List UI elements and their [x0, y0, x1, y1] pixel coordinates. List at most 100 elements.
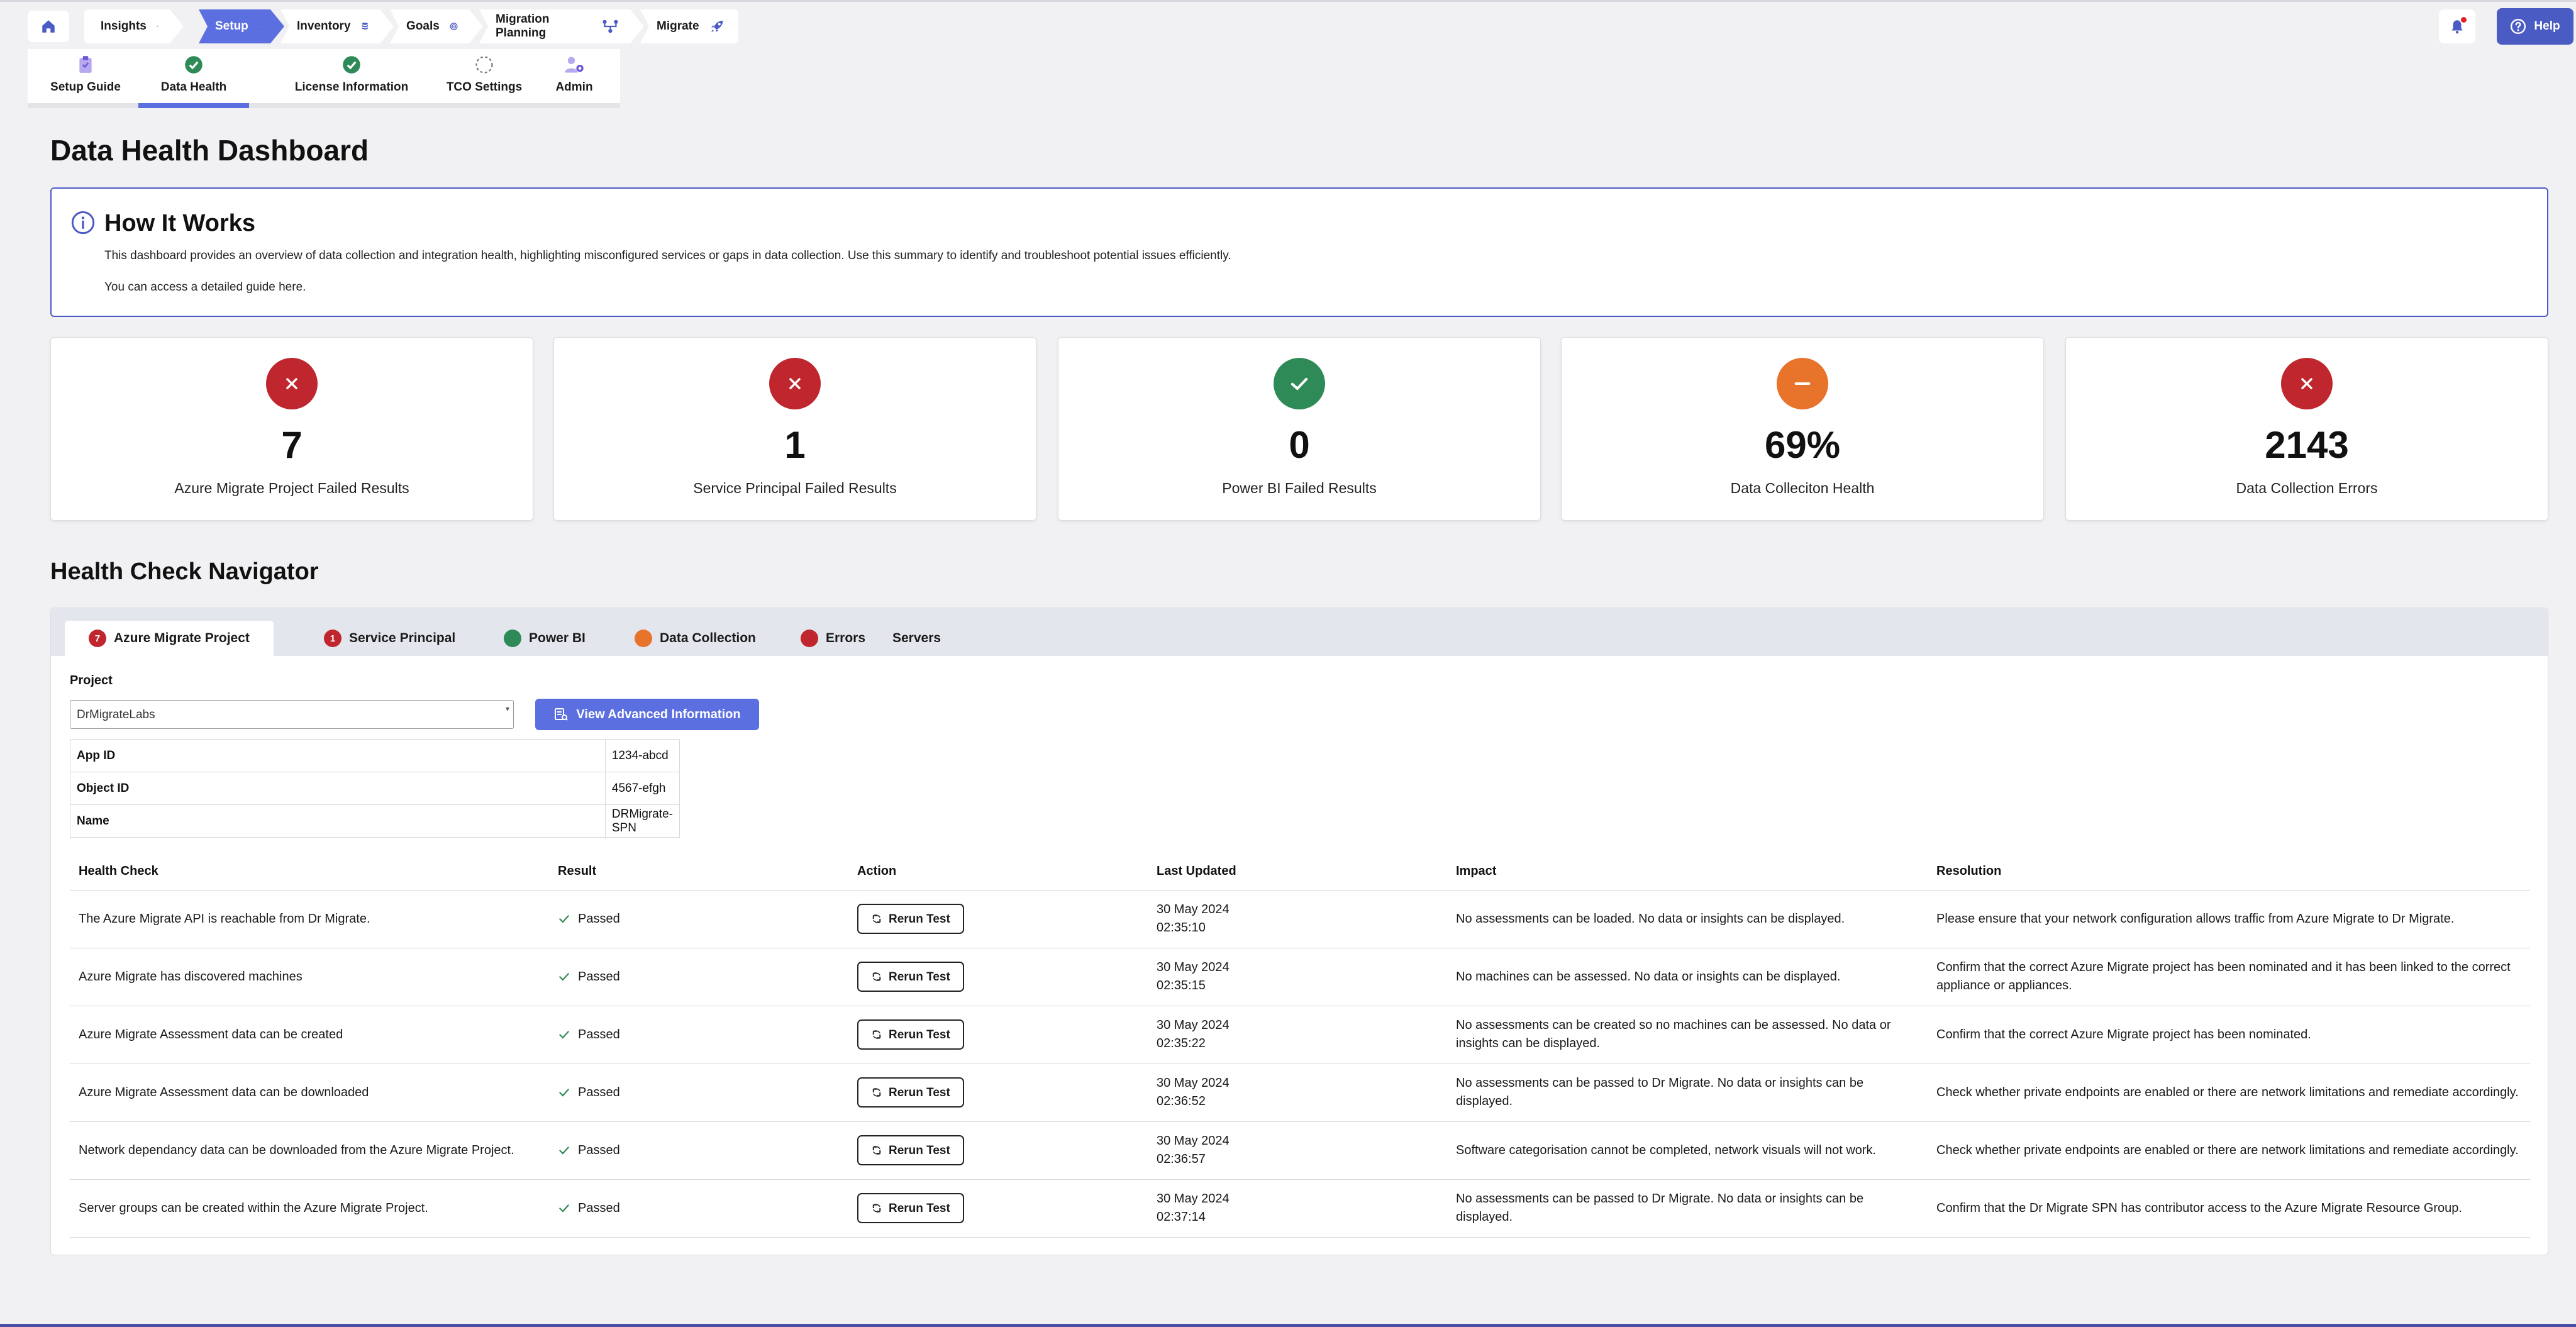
subtab-data-health[interactable]: Data Health — [138, 49, 249, 108]
rerun-test-button[interactable]: Rerun Test — [857, 904, 964, 934]
view-advanced-information-button[interactable]: View Advanced Information — [535, 699, 759, 730]
tab-power-bi[interactable]: Power BI — [480, 621, 609, 656]
clipboard-icon — [79, 56, 92, 73]
table-header-row: Health Check Result Action Last Updated … — [70, 853, 2530, 891]
stat-label: Data Colleciton Health — [1730, 480, 1875, 496]
refresh-icon — [872, 972, 881, 981]
subtab-setup-guide[interactable]: Setup Guide — [47, 49, 125, 103]
health-check-navigator-title: Health Check Navigator — [50, 558, 319, 585]
impact-cell: No assessments can be passed to Dr Migra… — [1447, 1063, 1928, 1122]
check-icon — [559, 1031, 569, 1039]
crumb-insights[interactable]: Insights — [84, 9, 184, 43]
crumb-setup[interactable]: Setup — [199, 9, 284, 43]
last-updated-time: 02:35:22 — [1157, 1036, 1206, 1050]
crumb-goals[interactable]: Goals — [390, 9, 483, 43]
how-it-works-description: This dashboard provides an overview of d… — [104, 249, 1231, 262]
column-header-action[interactable]: Action — [848, 853, 1148, 891]
info-value: 4567-efgh — [604, 772, 680, 805]
tab-azure-migrate-project[interactable]: 7 Azure Migrate Project — [65, 621, 274, 656]
tab-servers[interactable]: Servers — [869, 621, 965, 656]
result-cell: Passed — [549, 1006, 848, 1064]
rerun-test-button[interactable]: Rerun Test — [857, 1019, 964, 1050]
last-updated-date: 30 May 2024 — [1157, 1076, 1230, 1090]
crumb-migrate[interactable]: Migrate — [640, 9, 738, 43]
action-cell: Rerun Test — [848, 1121, 1148, 1180]
column-header-result[interactable]: Result — [549, 853, 848, 891]
column-header-last-updated[interactable]: Last Updated — [1148, 853, 1447, 891]
column-header-resolution[interactable]: Resolution — [1928, 853, 2530, 891]
crumb-inventory[interactable]: Inventory — [280, 9, 394, 43]
error-icon — [769, 358, 821, 409]
home-button[interactable] — [28, 11, 69, 42]
subtab-tco-settings[interactable]: TCO Settings — [436, 49, 532, 103]
result-status: Passed — [558, 1084, 840, 1102]
check-icon — [559, 973, 569, 981]
page-title: Data Health Dashboard — [50, 134, 369, 167]
subtab-license-information[interactable]: License Information — [265, 49, 438, 103]
table-row: Server groups can be created within the … — [70, 1179, 2530, 1238]
last-updated-cell: 30 May 2024 02:35:22 — [1148, 1006, 1447, 1064]
notification-badge — [2460, 16, 2468, 24]
guide-link[interactable]: You can access a detailed guide here. — [104, 280, 306, 294]
result-cell: Passed — [549, 948, 848, 1006]
tab-label: Power BI — [529, 631, 586, 645]
stat-card-service-principal: 1 Service Principal Failed Results — [553, 337, 1036, 521]
tab-label: Servers — [892, 631, 941, 645]
last-updated-cell: 30 May 2024 02:35:10 — [1148, 890, 1447, 948]
check-icon — [559, 1204, 569, 1213]
column-header-impact[interactable]: Impact — [1447, 853, 1928, 891]
rerun-test-button[interactable]: Rerun Test — [857, 1135, 964, 1165]
resolution-cell: Please ensure that your network configur… — [1928, 890, 2530, 948]
health-check-cell: Network dependancy data can be downloade… — [70, 1121, 549, 1180]
dashed-circle-icon — [475, 56, 493, 74]
stat-label: Azure Migrate Project Failed Results — [174, 480, 409, 496]
help-icon — [2511, 18, 2526, 35]
rocket-icon — [711, 20, 723, 33]
action-cell: Rerun Test — [848, 890, 1148, 948]
stat-value: 1 — [784, 424, 806, 466]
tab-data-collection[interactable]: Data Collection — [611, 621, 780, 656]
table-row: The Azure Migrate API is reachable from … — [70, 890, 2530, 948]
project-select[interactable]: DrMigrateLabs ▾ — [70, 700, 514, 729]
help-button[interactable]: Help — [2497, 8, 2573, 45]
subtab-label: License Information — [294, 81, 409, 94]
crumb-label: Goals — [406, 19, 440, 33]
tab-service-principal[interactable]: 1 Service Principal — [300, 621, 479, 656]
stat-label: Data Collection Errors — [2236, 480, 2378, 496]
column-header-health-check[interactable]: Health Check — [70, 853, 549, 891]
subtab-label: TCO Settings — [446, 81, 523, 94]
home-icon — [42, 20, 55, 33]
result-cell: Passed — [549, 1063, 848, 1122]
info-key: Name — [70, 804, 606, 838]
stat-card-data-collection-errors: 2143 Data Collection Errors — [2065, 337, 2548, 521]
result-label: Passed — [578, 969, 620, 984]
rerun-test-label: Rerun Test — [889, 1028, 950, 1041]
how-it-works-title: How It Works — [104, 210, 255, 236]
refresh-icon — [872, 1030, 881, 1039]
status-dot — [504, 630, 521, 647]
database-icon — [361, 18, 369, 35]
notifications-button[interactable] — [2439, 9, 2475, 43]
resolution-cell: Confirm that the correct Azure Migrate p… — [1928, 948, 2530, 1006]
subtab-admin[interactable]: Admin — [540, 49, 609, 103]
refresh-icon — [872, 914, 881, 923]
warning-minus-icon — [1777, 358, 1828, 409]
info-key: App ID — [70, 739, 606, 772]
result-cell: Passed — [549, 1179, 848, 1238]
rerun-test-button[interactable]: Rerun Test — [857, 1193, 964, 1223]
tab-label: Errors — [826, 631, 866, 645]
project-info-table: App ID 1234-abcd Object ID 4567-efgh Nam… — [70, 739, 680, 838]
health-check-cell: Server groups can be created within the … — [70, 1179, 549, 1238]
result-label: Passed — [578, 1027, 620, 1041]
tab-badge: 1 — [324, 630, 341, 647]
chevron-down-icon: ▾ — [505, 704, 509, 713]
project-label: Project — [70, 674, 113, 687]
last-updated-time: 02:36:57 — [1157, 1152, 1206, 1166]
rerun-test-button[interactable]: Rerun Test — [857, 1077, 964, 1108]
resolution-cell: Check whether private endpoints are enab… — [1928, 1121, 2530, 1180]
tab-label: Azure Migrate Project — [114, 631, 250, 645]
crumb-label: Insights — [101, 19, 147, 33]
rerun-test-button[interactable]: Rerun Test — [857, 962, 964, 992]
crumb-migration-planning[interactable]: Migration Planning — [479, 9, 644, 43]
table-row: Azure Migrate has discovered machines Pas… — [70, 948, 2530, 1006]
